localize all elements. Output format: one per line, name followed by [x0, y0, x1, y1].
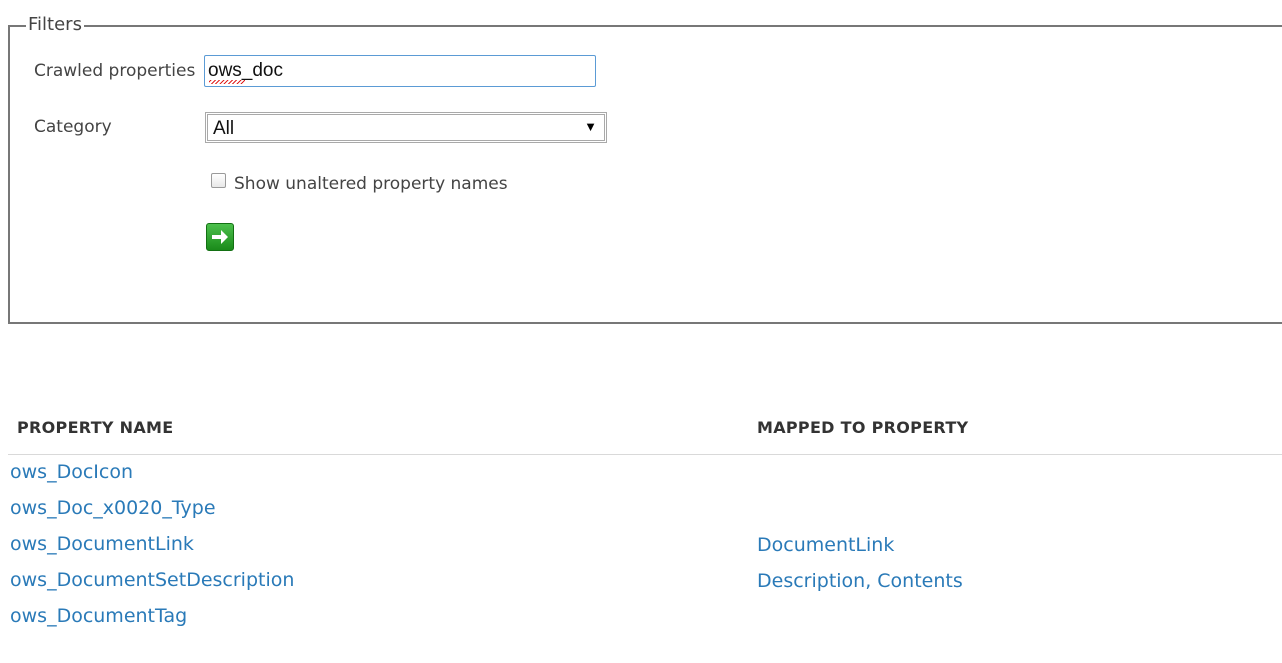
- property-name-link[interactable]: ows_DocumentTag: [10, 605, 187, 627]
- property-name-link[interactable]: ows_DocumentSetDescription: [10, 569, 294, 591]
- column-header-property-name: PROPERTY NAME: [17, 418, 174, 437]
- property-name-link[interactable]: ows_Doc_x0020_Type: [10, 497, 216, 519]
- show-unaltered-label[interactable]: Show unaltered property names: [234, 174, 508, 194]
- mapped-property-link[interactable]: Description, Contents: [757, 570, 963, 592]
- table-row: ows_Doc_x0020_Type: [0, 497, 1282, 533]
- show-unaltered-checkbox[interactable]: [211, 173, 226, 188]
- filters-fieldset: [8, 25, 1282, 324]
- category-select[interactable]: All ▼: [205, 112, 607, 143]
- crawled-properties-input[interactable]: [204, 55, 596, 87]
- property-name-link[interactable]: ows_DocIcon: [10, 461, 133, 483]
- table-row: ows_DocumentSetDescription Description, …: [0, 569, 1282, 605]
- filters-legend: Filters: [26, 14, 84, 36]
- column-header-mapped-to-property: MAPPED TO PROPERTY: [757, 418, 969, 437]
- crawled-properties-label: Crawled properties: [34, 61, 196, 81]
- mapped-property-link[interactable]: DocumentLink: [757, 534, 894, 556]
- table-row: ows_DocIcon: [0, 461, 1282, 497]
- property-name-link[interactable]: ows_DocumentLink: [10, 533, 194, 555]
- category-selected-value: All: [213, 118, 235, 139]
- spellcheck-underline: [209, 80, 245, 84]
- green-arrow-right-icon: [212, 230, 228, 244]
- table-row: ows_DocumentLink DocumentLink: [0, 533, 1282, 569]
- dropdown-arrow-icon: ▼: [584, 119, 597, 134]
- category-label: Category: [34, 117, 112, 137]
- apply-filter-button[interactable]: [206, 223, 234, 251]
- table-header: PROPERTY NAME MAPPED TO PROPERTY: [8, 418, 1282, 455]
- table-row: ows_DocumentTag: [0, 605, 1282, 641]
